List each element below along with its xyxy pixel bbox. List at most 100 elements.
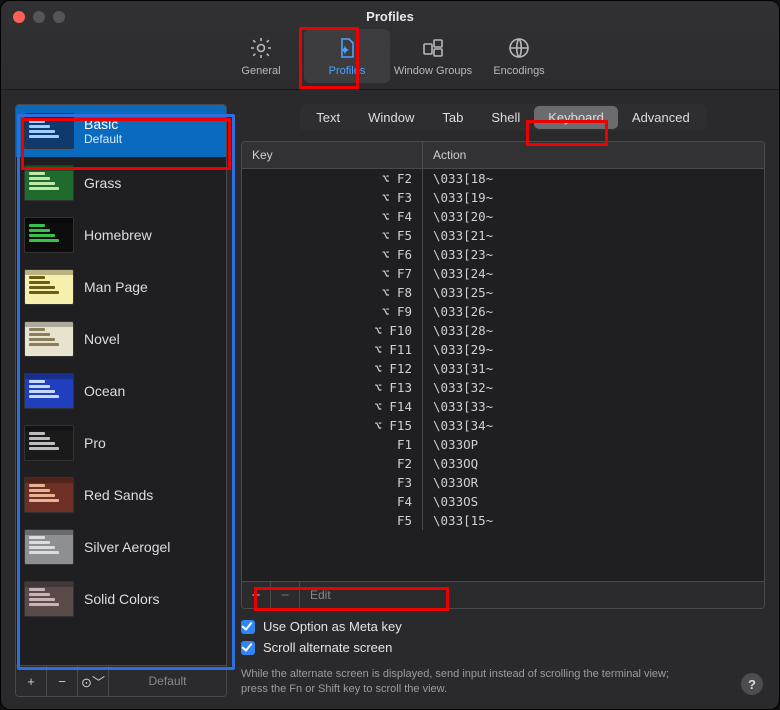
keymap-row[interactable]: ⌥ F7\033[24~ xyxy=(242,264,764,283)
profile-thumbnail xyxy=(24,165,74,201)
keymap-key: ⌥ F14 xyxy=(242,397,423,416)
keymap-key: ⌥ F3 xyxy=(242,188,423,207)
keymap-action: \033[18~ xyxy=(423,169,764,188)
keymap-key: ⌥ F7 xyxy=(242,264,423,283)
keymap-row[interactable]: ⌥ F15\033[34~ xyxy=(242,416,764,435)
set-default-button[interactable]: Default xyxy=(109,674,226,688)
keymap-action: \033[20~ xyxy=(423,207,764,226)
keymap-row[interactable]: ⌥ F8\033[25~ xyxy=(242,283,764,302)
add-profile-button[interactable]: + xyxy=(16,666,47,696)
use-option-as-meta-checkbox[interactable]: Use Option as Meta key xyxy=(241,619,765,634)
keymap-header: Key Action xyxy=(242,142,764,169)
keymap-row[interactable]: ⌥ F13\033[32~ xyxy=(242,378,764,397)
window-title: Profiles xyxy=(1,9,779,24)
toolbar-general[interactable]: General xyxy=(218,29,304,83)
sidebar-footer: + − ⊙﹀ Default xyxy=(16,665,226,696)
profile-item-man-page[interactable]: Man Page xyxy=(16,261,226,313)
column-key[interactable]: Key xyxy=(242,142,423,168)
tab-tab[interactable]: Tab xyxy=(428,106,477,129)
keymap-row[interactable]: F5\033[15~ xyxy=(242,511,764,530)
profile-subtitle: Default xyxy=(84,132,122,146)
gear-icon xyxy=(248,35,274,61)
keymap-action: \033OP xyxy=(423,435,764,454)
remove-keymap-button[interactable]: − xyxy=(271,582,300,608)
keymap-row[interactable]: ⌥ F5\033[21~ xyxy=(242,226,764,245)
profile-name: Basic xyxy=(84,116,122,132)
profile-actions-menu[interactable]: ⊙﹀ xyxy=(78,666,109,696)
keymap-key: F5 xyxy=(242,511,423,530)
titlebar: Profiles General Profiles Window Groups xyxy=(1,1,779,90)
keymap-rows[interactable]: ⌥ F2\033[18~⌥ F3\033[19~⌥ F4\033[20~⌥ F5… xyxy=(242,169,764,581)
profile-list[interactable]: BasicDefaultGrassHomebrewMan PageNovelOc… xyxy=(16,105,226,665)
keymap-key: ⌥ F13 xyxy=(242,378,423,397)
keymap-row[interactable]: F3\033OR xyxy=(242,473,764,492)
keymap-row[interactable]: F1\033OP xyxy=(242,435,764,454)
add-keymap-button[interactable]: + xyxy=(242,582,271,608)
globe-icon xyxy=(506,35,532,61)
keymap-action: \033[15~ xyxy=(423,511,764,530)
keymap-action: \033[28~ xyxy=(423,321,764,340)
keymap-row[interactable]: ⌥ F9\033[26~ xyxy=(242,302,764,321)
profile-item-homebrew[interactable]: Homebrew xyxy=(16,209,226,261)
settings-tabstrip-wrap: TextWindowTabShellKeyboardAdvanced xyxy=(241,104,765,131)
keymap-key: ⌥ F5 xyxy=(242,226,423,245)
toolbar-profiles[interactable]: Profiles xyxy=(304,29,390,83)
profile-name: Pro xyxy=(84,435,106,451)
toolbar-encodings[interactable]: Encodings xyxy=(476,29,562,83)
column-action[interactable]: Action xyxy=(423,142,764,168)
tab-advanced[interactable]: Advanced xyxy=(618,106,704,129)
window-groups-icon xyxy=(420,35,446,61)
profile-thumbnail xyxy=(24,373,74,409)
keymap-key: F4 xyxy=(242,492,423,511)
tab-shell[interactable]: Shell xyxy=(477,106,534,129)
keymap-row[interactable]: ⌥ F2\033[18~ xyxy=(242,169,764,188)
profile-settings-panel: TextWindowTabShellKeyboardAdvanced Key A… xyxy=(241,104,765,697)
keymap-row[interactable]: ⌥ F3\033[19~ xyxy=(242,188,764,207)
keymap-row[interactable]: F4\033OS xyxy=(242,492,764,511)
keymap-key: ⌥ F8 xyxy=(242,283,423,302)
keymap-row[interactable]: ⌥ F4\033[20~ xyxy=(242,207,764,226)
keymap-row[interactable]: ⌥ F10\033[28~ xyxy=(242,321,764,340)
keymap-action: \033OS xyxy=(423,492,764,511)
keymap-action: \033[24~ xyxy=(423,264,764,283)
keymap-row[interactable]: ⌥ F12\033[31~ xyxy=(242,359,764,378)
keymap-action: \033[32~ xyxy=(423,378,764,397)
tab-window[interactable]: Window xyxy=(354,106,428,129)
keyboard-options: Use Option as Meta key Scroll alternate … xyxy=(241,619,765,697)
keymap-key: F2 xyxy=(242,454,423,473)
keymap-action: \033[29~ xyxy=(423,340,764,359)
profile-item-red-sands[interactable]: Red Sands xyxy=(16,469,226,521)
profile-item-grass[interactable]: Grass xyxy=(16,157,226,209)
keymap-row[interactable]: F2\033OQ xyxy=(242,454,764,473)
keymap-action: \033[23~ xyxy=(423,245,764,264)
keymap-row[interactable]: ⌥ F11\033[29~ xyxy=(242,340,764,359)
keymap-key: ⌥ F12 xyxy=(242,359,423,378)
remove-profile-button[interactable]: − xyxy=(47,666,78,696)
profile-thumbnail xyxy=(24,529,74,565)
profile-item-silver-aerogel[interactable]: Silver Aerogel xyxy=(16,521,226,573)
profile-item-novel[interactable]: Novel xyxy=(16,313,226,365)
scroll-alternate-screen-checkbox[interactable]: Scroll alternate screen xyxy=(241,640,765,655)
profile-name: Ocean xyxy=(84,383,125,399)
toolbar-window-groups[interactable]: Window Groups xyxy=(390,29,476,83)
profile-name: Man Page xyxy=(84,279,148,295)
toolbar-encodings-label: Encodings xyxy=(493,65,544,77)
profile-item-solid-colors[interactable]: Solid Colors xyxy=(16,573,226,625)
profile-item-ocean[interactable]: Ocean xyxy=(16,365,226,417)
tab-text[interactable]: Text xyxy=(302,106,354,129)
tab-keyboard[interactable]: Keyboard xyxy=(534,106,618,129)
keymap-row[interactable]: ⌥ F6\033[23~ xyxy=(242,245,764,264)
keymap-row[interactable]: ⌥ F14\033[33~ xyxy=(242,397,764,416)
profile-item-basic[interactable]: BasicDefault xyxy=(16,105,226,157)
help-button[interactable]: ? xyxy=(741,673,763,695)
edit-keymap-button[interactable]: Edit xyxy=(300,588,341,602)
keymap-action: \033OQ xyxy=(423,454,764,473)
checkbox-icon xyxy=(241,620,255,634)
profile-item-pro[interactable]: Pro xyxy=(16,417,226,469)
keymap-key: ⌥ F4 xyxy=(242,207,423,226)
keymap-key: ⌥ F6 xyxy=(242,245,423,264)
profile-name: Homebrew xyxy=(84,227,152,243)
keymap-key: F3 xyxy=(242,473,423,492)
profile-icon xyxy=(334,35,360,61)
keymap-key: ⌥ F9 xyxy=(242,302,423,321)
